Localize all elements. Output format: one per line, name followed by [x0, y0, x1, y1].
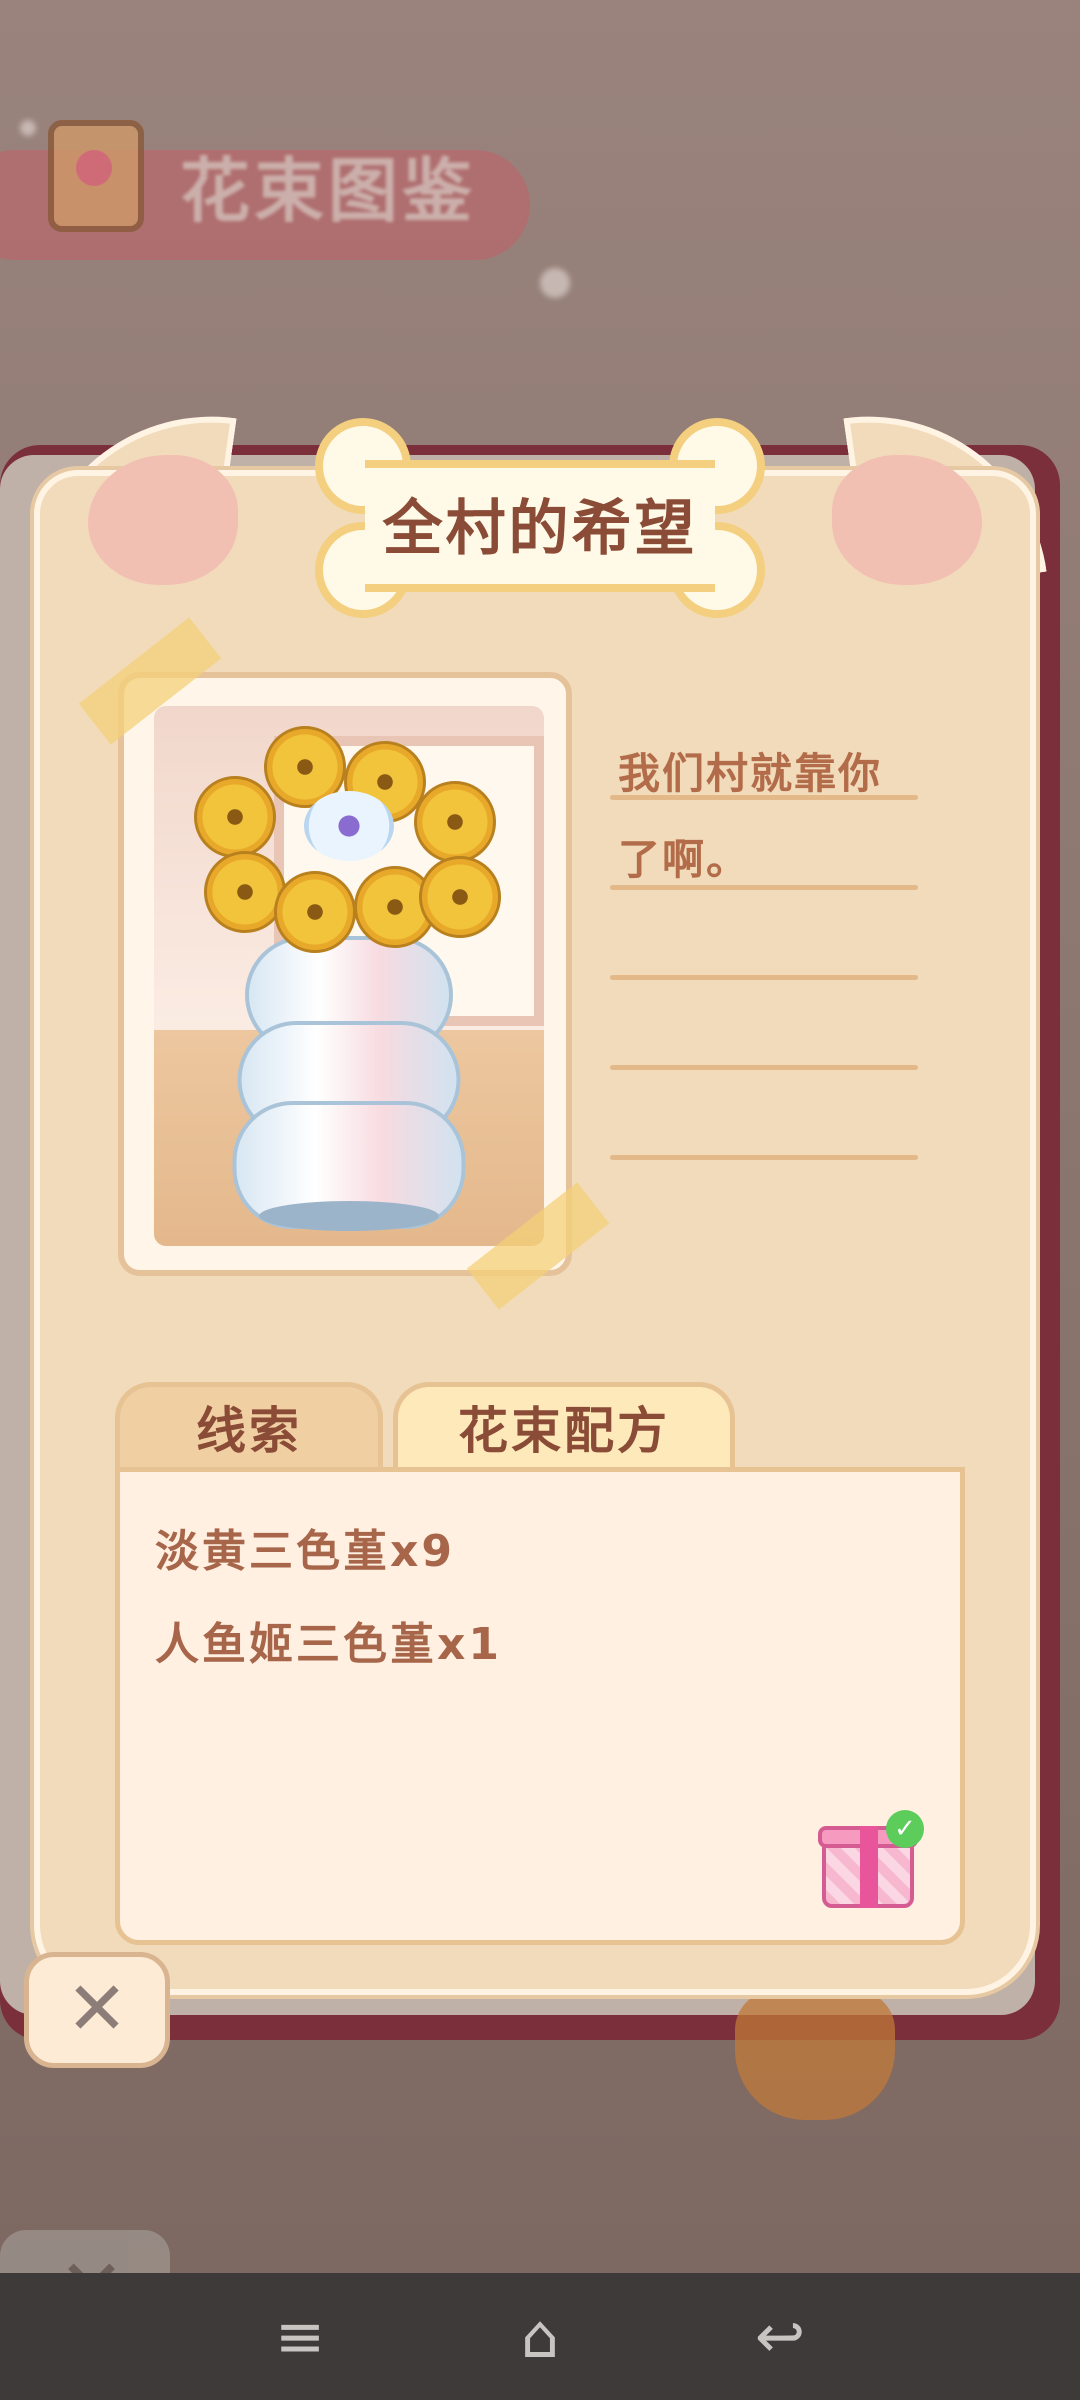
- flower-icon: [419, 856, 501, 938]
- note-rule: [610, 795, 918, 800]
- close-button[interactable]: ✕: [24, 1952, 170, 2068]
- back-icon[interactable]: ↩: [730, 2293, 830, 2381]
- check-icon: ✓: [886, 1810, 924, 1848]
- flower-icon: [414, 781, 496, 863]
- cat-ear-inner-right: [832, 455, 982, 585]
- background-close-button: ✕: [0, 2230, 170, 2273]
- bouquet-image: [154, 706, 544, 1246]
- note-rule: [610, 1155, 918, 1160]
- home-icon[interactable]: ⌂: [490, 2293, 590, 2381]
- close-icon: ✕: [58, 2242, 125, 2273]
- note-rule: [610, 1065, 918, 1070]
- sparkle-icon: [540, 268, 570, 298]
- bone-title-plaque: 全村的希望: [305, 418, 775, 618]
- tab-clues[interactable]: 线索: [115, 1382, 383, 1472]
- note-line-2: 了啊。: [618, 835, 751, 884]
- flower-icon: [194, 776, 276, 858]
- ingredient-item: 人鱼姬三色堇x1: [155, 1619, 502, 1670]
- book-icon: [48, 120, 144, 232]
- gift-box-icon[interactable]: ✓: [818, 1810, 924, 1908]
- flower-icon: [274, 871, 356, 953]
- background-title: 花束图鉴: [180, 150, 476, 232]
- flower-icon: [204, 851, 286, 933]
- cat-ear-inner-left: [88, 455, 238, 585]
- ingredient-item: 淡黄三色堇x9: [155, 1526, 455, 1577]
- tab-bouquet-recipe[interactable]: 花束配方: [393, 1382, 735, 1472]
- system-nav-bar: ≡ ⌂ ↩: [0, 2273, 1080, 2400]
- gift-ribbon: [860, 1826, 878, 1908]
- sparkle-icon: [20, 120, 36, 136]
- note-rule: [610, 885, 918, 890]
- vase-base: [259, 1201, 439, 1231]
- cat-paw-icon: [735, 1990, 895, 2120]
- note-line-1: 我们村就靠你: [618, 749, 883, 798]
- bouquet-title: 全村的希望: [382, 494, 698, 564]
- mermaid-pansy-icon: [304, 791, 394, 861]
- note-rule: [610, 975, 918, 980]
- menu-icon[interactable]: ≡: [250, 2293, 350, 2381]
- close-icon: ✕: [65, 1966, 128, 2052]
